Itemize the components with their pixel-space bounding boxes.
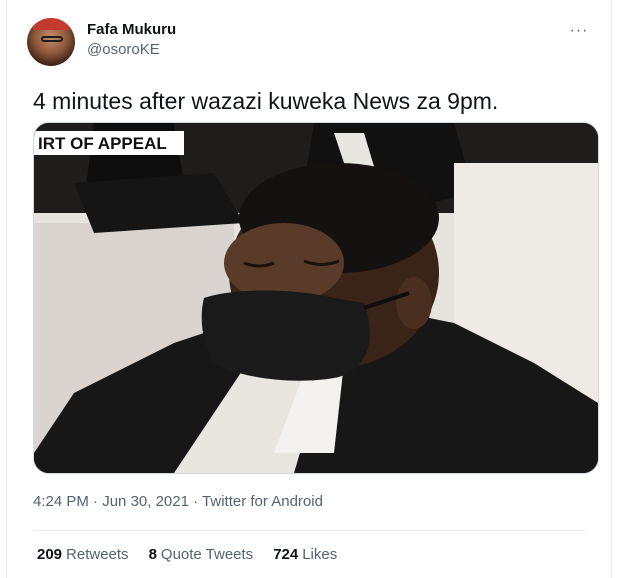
user-handle[interactable]: @osoroKE [87,40,176,60]
meta-separator-2: · [193,493,199,510]
retweets-label: Retweets [66,546,129,563]
tweet-meta: 4:24 PM · Jun 30, 2021 · Twitter for And… [33,492,323,512]
author-names: Fafa Mukuru @osoroKE [87,20,176,60]
retweets-stat[interactable]: 209 Retweets [37,545,129,565]
quotes-label: Quote Tweets [160,546,254,563]
likes-stat[interactable]: 724 Likes [273,545,337,565]
tweet-source[interactable]: Twitter for Android [202,493,323,510]
tweet-text: 4 minutes after wazazi kuweka News za 9p… [33,88,499,114]
tweet-header: Fafa Mukuru @osoroKE ··· [23,14,595,70]
tweet-media-photo[interactable]: IRT OF APPEAL [33,122,599,474]
media-caption-text: IRT OF APPEAL [38,134,167,153]
avatar-cap [33,18,71,30]
meta-separator-1: · [93,493,99,510]
photo-illustration: IRT OF APPEAL [34,123,598,473]
more-horizontal-icon[interactable]: ··· [567,22,591,40]
display-name[interactable]: Fafa Mukuru [87,20,176,40]
divider [33,530,585,531]
tweet-card: Fafa Mukuru @osoroKE ··· 4 minutes after… [6,0,612,578]
quote-tweets-stat[interactable]: 8 Quote Tweets [149,545,254,565]
tweet-stats: 209 Retweets 8 Quote Tweets 724 Likes [37,545,357,565]
avatar-glasses [41,36,63,42]
likes-label: Likes [302,546,338,563]
quotes-count: 8 [148,546,157,563]
avatar[interactable] [27,18,75,66]
retweets-count: 209 [37,546,63,563]
tweet-date[interactable]: Jun 30, 2021 [102,493,189,510]
likes-count: 724 [273,546,299,563]
tweet-time[interactable]: 4:24 PM [33,493,89,510]
